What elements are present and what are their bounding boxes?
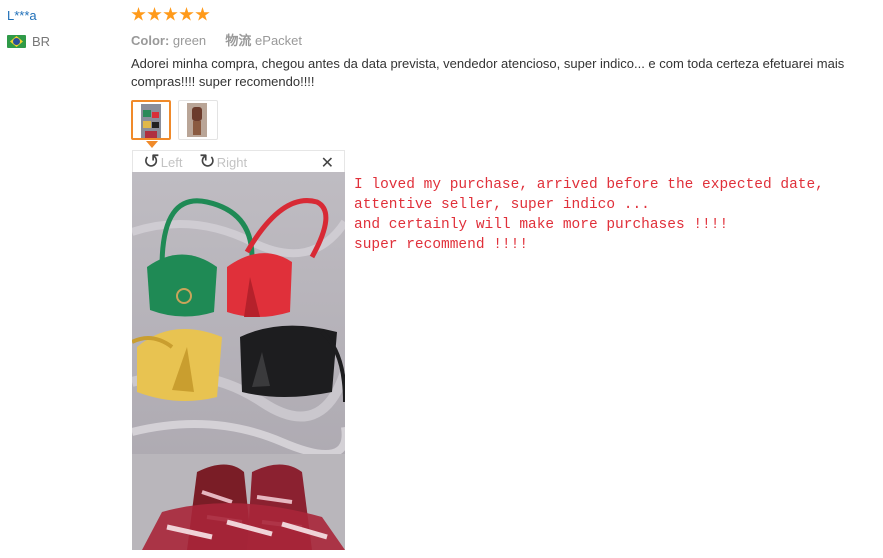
reviewer-name[interactable]: L***a	[7, 8, 37, 23]
attribute-value-color: green	[172, 33, 207, 48]
translation-overlay-text: I loved my purchase, arrived before the …	[354, 177, 824, 253]
photo-viewer-toolbar: ↺ Left ↻ Right ✕	[132, 150, 345, 172]
star-icon	[147, 7, 162, 21]
active-thumbnail-indicator	[146, 141, 158, 148]
order-attributes: Color: green 物流 ePacket	[131, 30, 302, 49]
star-rating	[131, 7, 210, 22]
attribute-key-shipping: 物流	[225, 33, 252, 48]
review-photo	[132, 172, 345, 550]
rotate-left-label: Left	[160, 154, 183, 170]
star-icon	[195, 7, 210, 21]
attribute-key-color: Color:	[131, 33, 170, 48]
rotate-right-button[interactable]: ↻ Right	[199, 151, 248, 173]
star-icon	[163, 7, 178, 21]
star-icon	[179, 7, 194, 21]
rotate-left-icon: ↺	[143, 151, 160, 173]
rotate-left-button[interactable]: ↺ Left	[143, 151, 183, 173]
rotate-right-label: Right	[216, 154, 248, 170]
close-icon[interactable]: ✕	[321, 153, 334, 173]
country-code: BR	[32, 34, 51, 49]
rotate-right-icon: ↻	[199, 151, 216, 173]
star-icon	[131, 7, 146, 21]
attribute-value-shipping: ePacket	[255, 33, 303, 48]
review-photo-thumbnail-1[interactable]	[131, 100, 171, 140]
review-photo-thumbnail-2[interactable]	[178, 100, 218, 140]
brazil-flag-icon	[7, 35, 26, 48]
review-text: Adorei minha compra, chegou antes da dat…	[131, 56, 845, 89]
reviewer-country: BR	[7, 34, 50, 49]
